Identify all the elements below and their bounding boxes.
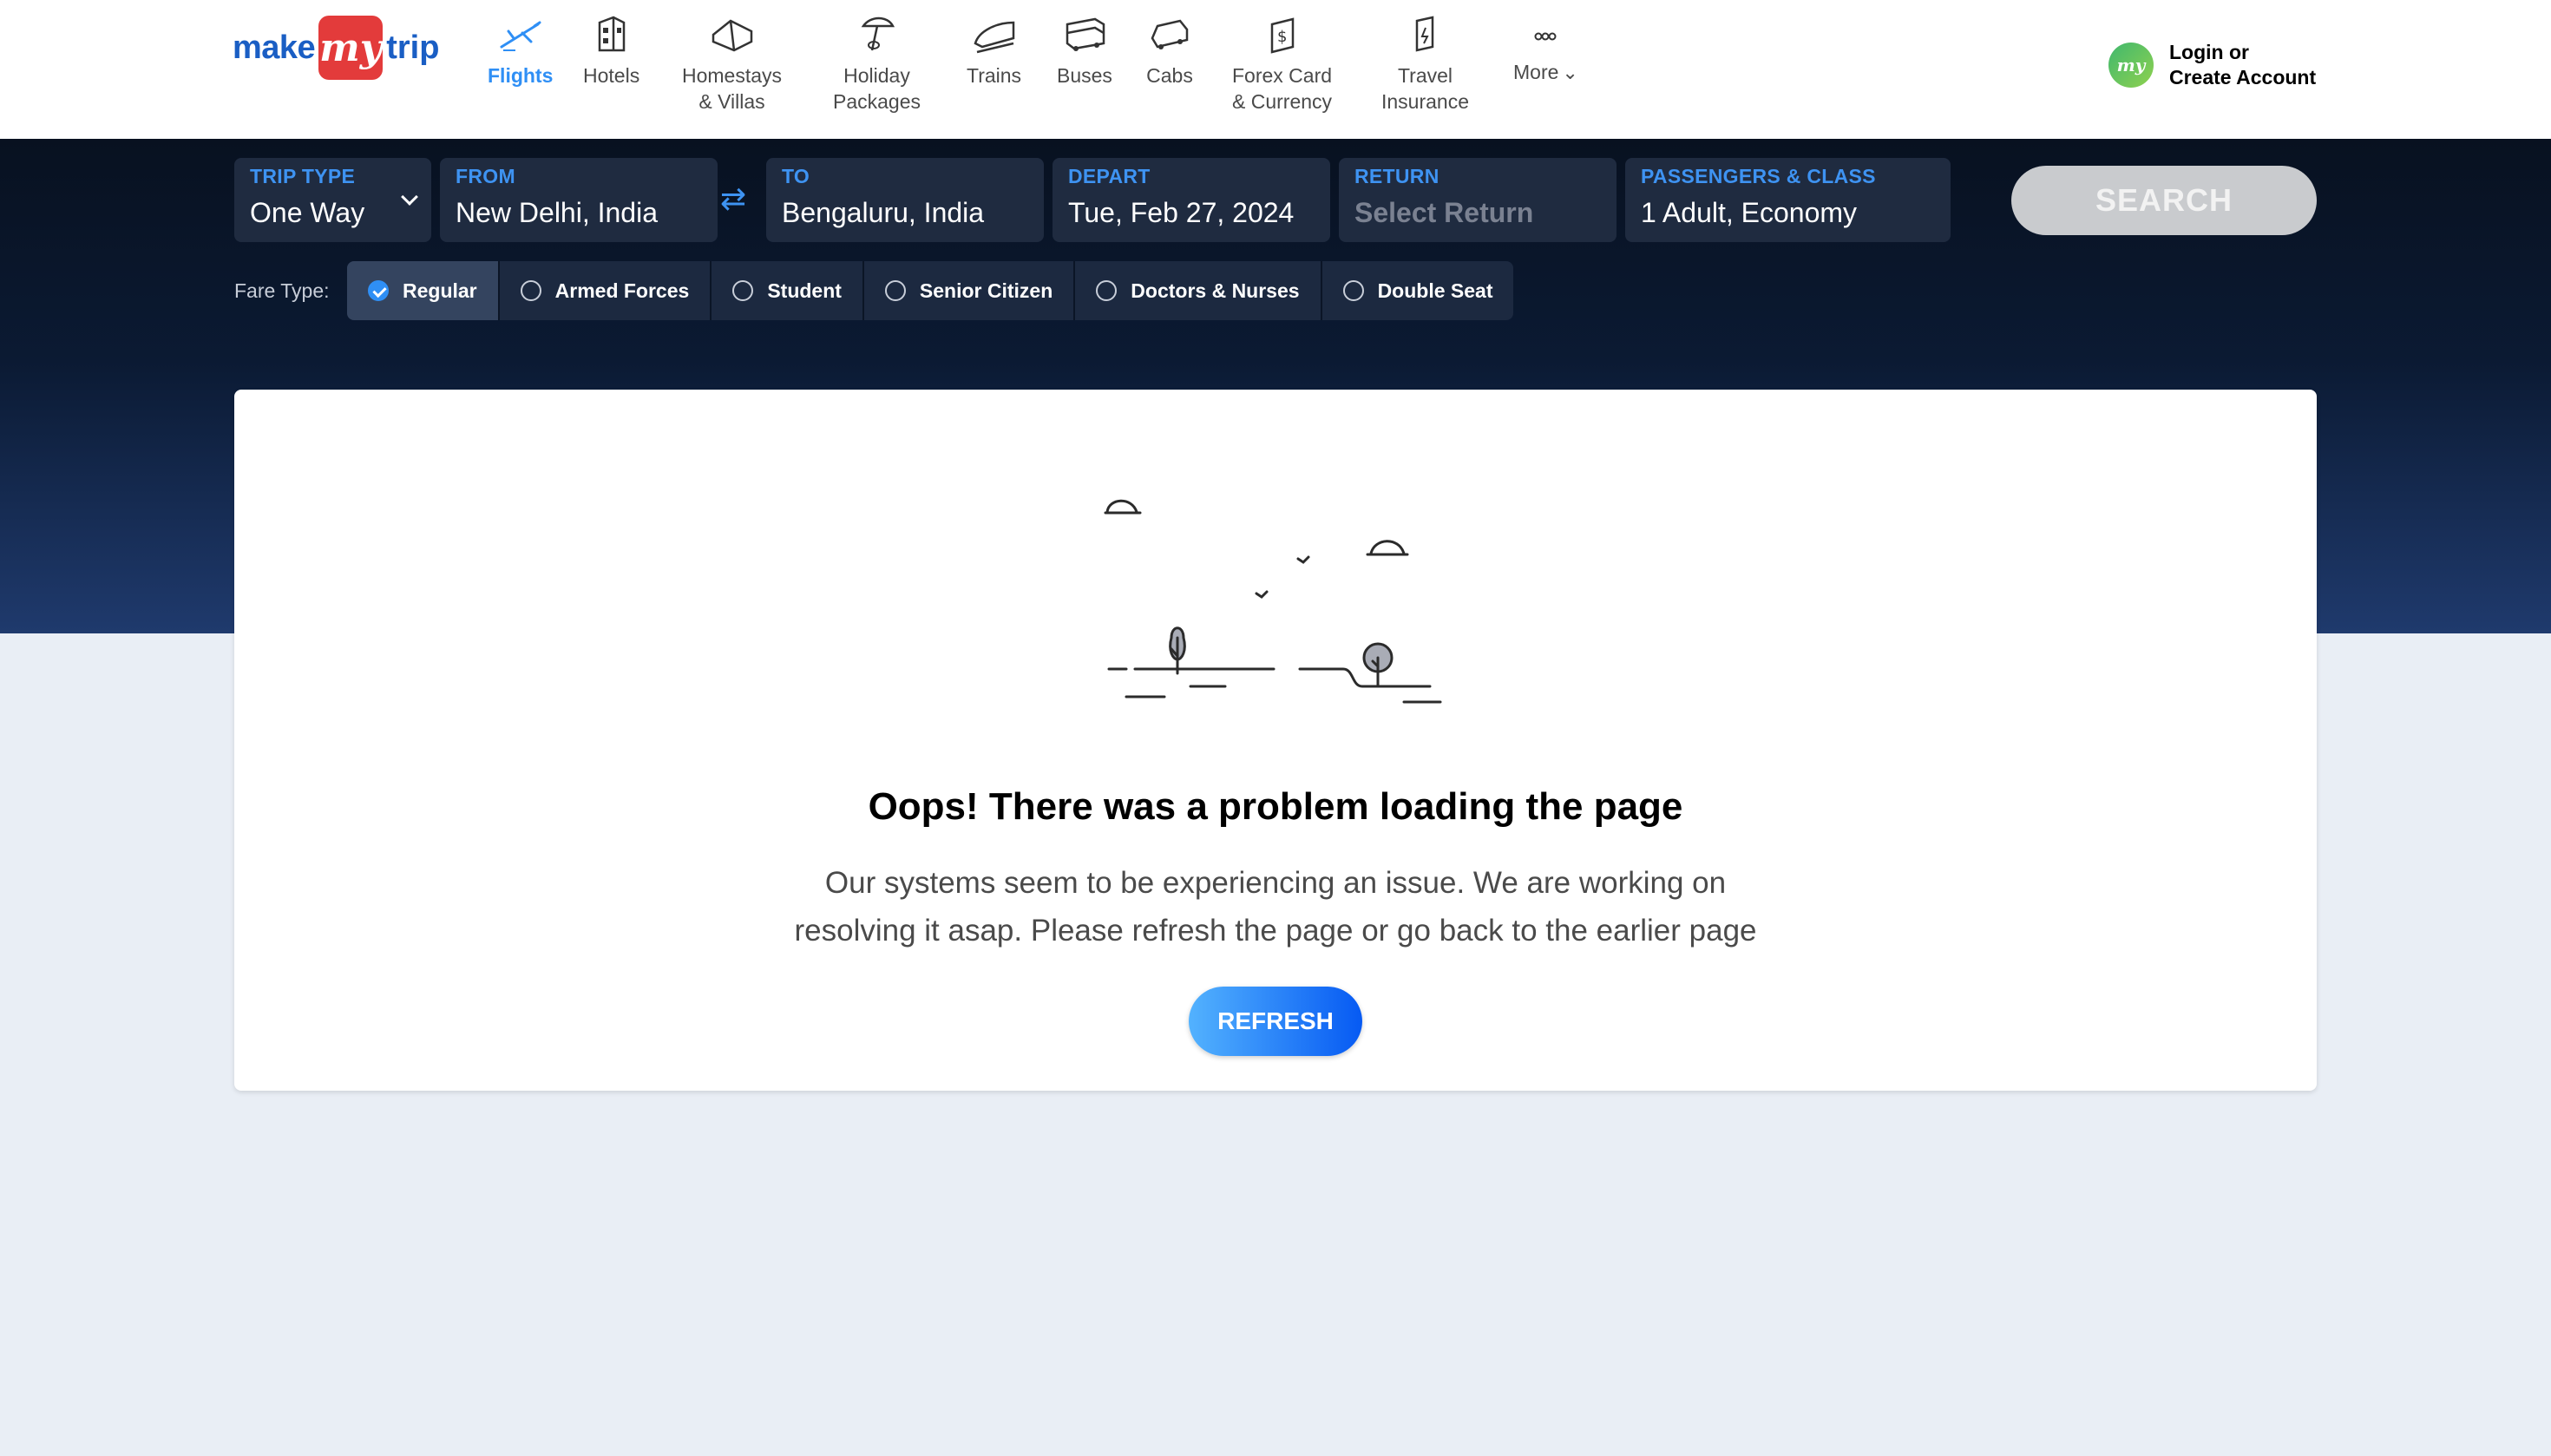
logo-text-make: make — [233, 29, 316, 66]
error-title: Oops! There was a problem loading the pa… — [868, 785, 1683, 828]
depart-label: DEPART — [1068, 165, 1151, 187]
radio-icon — [732, 280, 754, 301]
nav-hotels-label: Hotels — [583, 64, 640, 87]
radio-icon — [884, 280, 906, 301]
depart-field[interactable]: DEPART Tue, Feb 27, 2024 — [1053, 158, 1330, 242]
passengers-class-field[interactable]: PASSENGERS & CLASS 1 Adult, Economy — [1625, 158, 1951, 242]
passengers-value: 1 Adult, Economy — [1641, 197, 1858, 228]
nav-homestays-label: Homestays & Villas — [682, 64, 783, 113]
nav-more-label: More ⌄ — [1513, 61, 1578, 83]
from-label: FROM — [456, 165, 515, 187]
logo-text-my: my — [318, 16, 384, 80]
nav-homestays[interactable]: Homestays & Villas — [682, 12, 782, 115]
makemytrip-logo[interactable]: make my trip — [233, 16, 439, 80]
nav-insurance[interactable]: Travel Insurance — [1381, 12, 1469, 115]
nav-trains[interactable]: Trains — [967, 12, 1021, 89]
fare-type-group: Regular Armed Forces Student Senior Citi… — [347, 261, 1514, 320]
fare-option-senior-citizen[interactable]: Senior Citizen — [864, 261, 1076, 320]
return-placeholder: Select Return — [1354, 197, 1534, 228]
nav-trains-label: Trains — [967, 64, 1022, 87]
swap-icon[interactable]: ⇄ — [720, 180, 746, 217]
search-button[interactable]: SEARCH — [2011, 166, 2317, 235]
trip-type-label: TRIP TYPE — [250, 165, 356, 187]
holiday-icon — [861, 16, 895, 51]
homestay-icon — [712, 19, 752, 52]
to-label: TO — [782, 165, 810, 187]
return-field[interactable]: RETURN Select Return — [1339, 158, 1617, 242]
radio-icon — [1342, 280, 1364, 301]
to-value: Bengaluru, India — [782, 197, 985, 228]
error-message: Our systems seem to be experiencing an i… — [794, 866, 1757, 948]
error-illustration-icon — [1104, 499, 1442, 704]
fare-option-doctors-nurses[interactable]: Doctors & Nurses — [1075, 261, 1322, 320]
fare-option-double-seat[interactable]: Double Seat — [1322, 261, 1514, 320]
avatar: my — [2108, 43, 2154, 88]
nav-flights[interactable]: Flights — [488, 12, 553, 89]
insurance-icon — [1415, 16, 1433, 52]
nav-forex-label: Forex Card & Currency — [1232, 64, 1333, 113]
svg-text:$: $ — [1277, 28, 1287, 46]
cab-icon — [1151, 19, 1189, 49]
refresh-button[interactable]: REFRESH — [1189, 987, 1362, 1056]
forex-icon: $ — [1270, 17, 1294, 54]
radio-icon — [1096, 280, 1118, 301]
radio-icon — [520, 280, 541, 301]
login-create-account[interactable]: my Login or Create Account — [2108, 40, 2316, 90]
trip-type-value: One Way — [250, 197, 365, 228]
plane-icon — [500, 21, 541, 51]
logo-text-trip: trip — [386, 29, 440, 66]
train-icon — [974, 21, 1014, 54]
nav-buses[interactable]: Buses — [1057, 12, 1112, 89]
depart-value: Tue, Feb 27, 2024 — [1068, 197, 1295, 228]
hotel-icon — [598, 16, 625, 52]
fare-type-label: Fare Type: — [234, 279, 330, 302]
bus-icon — [1066, 17, 1105, 51]
radio-checked-icon — [368, 280, 389, 301]
more-icon — [1534, 32, 1557, 41]
fare-option-student[interactable]: Student — [712, 261, 864, 320]
nav-insurance-label: Travel Insurance — [1381, 64, 1470, 113]
nav-cabs[interactable]: Cabs — [1145, 12, 1194, 89]
chevron-down-icon: ⌄ — [1562, 62, 1578, 83]
login-text: Login or Create Account — [2169, 41, 2317, 89]
fare-option-armed-forces[interactable]: Armed Forces — [500, 261, 712, 320]
nav-cabs-label: Cabs — [1146, 64, 1193, 87]
nav-more[interactable]: More ⌄ — [1513, 12, 1578, 86]
top-header: make my trip Flights Hotels Homestays & V… — [0, 0, 2551, 139]
passengers-label: PASSENGERS & CLASS — [1641, 165, 1876, 187]
from-field[interactable]: FROM New Delhi, India — [440, 158, 718, 242]
nav-hotels[interactable]: Hotels — [583, 12, 639, 89]
nav-forex[interactable]: $ Forex Card & Currency — [1232, 12, 1332, 115]
nav-holiday-label: Holiday Packages — [833, 64, 921, 113]
nav-flights-label: Flights — [488, 64, 554, 87]
return-label: RETURN — [1354, 165, 1439, 187]
nav-buses-label: Buses — [1057, 64, 1112, 87]
trip-type-select[interactable]: TRIP TYPE One Way — [234, 158, 431, 242]
nav-holiday-packages[interactable]: Holiday Packages — [833, 12, 921, 115]
fare-option-regular[interactable]: Regular — [347, 261, 500, 320]
to-field[interactable]: TO Bengaluru, India — [766, 158, 1044, 242]
from-value: New Delhi, India — [456, 197, 658, 228]
